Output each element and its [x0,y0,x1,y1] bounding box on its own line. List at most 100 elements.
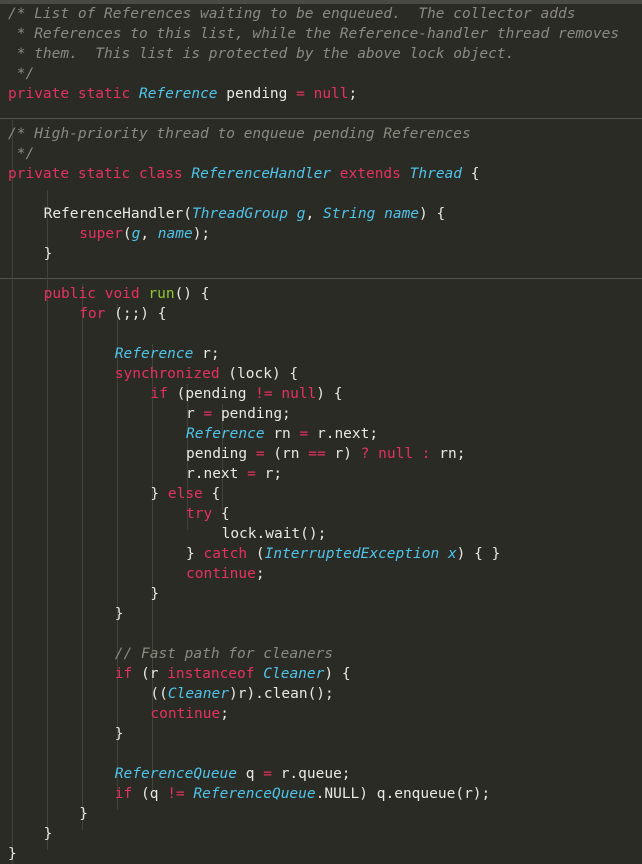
code-token-kw: catch [203,546,248,562]
code-token-cmt: // Fast path for cleaners [114,646,334,662]
code-line[interactable]: ReferenceQueue q = r.queue; [115,764,351,784]
code-token-pun: } [8,846,17,862]
code-line[interactable]: } [8,844,17,864]
code-line[interactable]: r.next = r; [186,464,282,484]
code-fold-separator [0,118,642,119]
code-line[interactable]: if (pending != null) { [150,384,342,404]
code-token-pln [218,86,227,102]
code-token-pun: ; [341,766,351,782]
code-token-typ: ReferenceQueue [193,786,316,802]
code-token-kw: if [114,786,133,802]
code-line[interactable]: public void run() { [44,284,210,304]
code-line[interactable]: * them. This list is protected by the ab… [8,44,515,64]
code-token-op: != [167,786,185,802]
code-line[interactable]: } catch (InterruptedException x) { } [186,544,500,564]
code-line[interactable]: if (q != ReferenceQueue.NULL) q.enqueue(… [115,784,490,804]
code-token-pln: lock.wait [221,526,301,542]
code-token-typ: String [322,206,376,222]
code-token-pln [255,666,264,682]
code-token-pln [413,446,422,462]
code-line[interactable]: } [115,724,124,744]
code-token-pun: ; [210,346,220,362]
code-line[interactable]: */ [8,64,34,84]
code-token-pln: pending [220,406,283,422]
code-token-cmt: */ [8,146,35,162]
indent-guide-line [12,120,13,864]
code-line[interactable]: ((Cleaner)r).clean(); [150,684,333,704]
code-token-pln: r.next [186,466,239,482]
code-token-typ: Cleaner [167,686,229,702]
code-token-pln: r.next [316,426,370,442]
code-line[interactable]: * References to this list, while the Ref… [8,24,619,44]
code-token-typ: Reference [138,86,218,102]
code-token-pun: ; [369,426,379,442]
code-line[interactable]: */ [8,144,34,164]
code-token-pun: ; [220,706,229,722]
code-token-kw: public [43,286,96,302]
code-line[interactable]: Reference r; [115,344,220,364]
code-line[interactable]: private static Reference pending = null; [8,84,357,104]
code-token-pun: , [140,226,158,242]
code-line[interactable]: lock.wait(); [222,524,327,544]
code-token-op: = [263,766,272,782]
code-token-pln [238,466,247,482]
code-line[interactable]: ReferenceHandler(ThreadGroup g, String n… [44,204,446,224]
code-token-pln [130,166,139,182]
code-token-pln: lock [237,366,272,382]
code-token-kw: continue [186,566,256,582]
code-line[interactable]: Reference rn = r.next; [186,424,378,444]
code-editor-viewport[interactable]: /* List of References waiting to be enqu… [0,0,642,864]
code-line[interactable]: } else { [150,484,220,504]
code-token-lit: null [378,446,414,462]
code-token-pln [305,86,314,102]
code-token-op: : [421,446,431,462]
code-line[interactable]: /* High-priority thread to enqueue pendi… [8,124,471,144]
code-token-pln: rn [273,426,291,442]
code-line[interactable]: } [79,804,88,824]
code-line[interactable]: r = pending; [186,404,291,424]
code-token-pun: ; [456,446,466,462]
code-token-pln: clean [263,686,308,702]
code-token-cmt: * them. This list is protected by the ab… [8,46,515,62]
code-token-pun: ) { [324,666,351,682]
code-token-pln [193,346,202,362]
code-line[interactable]: super(g, name); [79,224,210,244]
code-line[interactable]: pending = (rn == r) ? null : rn; [186,444,465,464]
code-token-kw: try [186,506,213,522]
code-token-pln [212,406,221,422]
code-token-pln [308,426,317,442]
code-line[interactable]: /* List of References waiting to be enqu… [8,4,575,24]
code-line[interactable]: for (;;) { [79,304,166,324]
code-token-pun: } [43,246,53,262]
code-token-op: != [255,386,273,402]
code-token-lit: null [281,386,317,402]
code-token-kw: class [138,166,183,182]
code-line[interactable]: } [115,604,124,624]
code-line[interactable]: } [44,824,53,844]
code-line[interactable]: synchronized (lock) { [115,364,298,384]
code-token-pun: (); [307,686,334,702]
code-line[interactable]: continue; [150,704,229,724]
code-token-typ: ReferenceQueue [114,766,238,782]
code-token-kw: for [79,306,106,322]
code-token-cmt: /* List of References waiting to be enqu… [8,6,576,22]
code-token-kw: private [8,86,70,102]
code-token-par: g [296,206,306,222]
code-token-pln: r [202,346,211,362]
code-token-kw: if [150,386,168,402]
code-line[interactable]: } [150,584,159,604]
code-token-pun: ); [472,786,491,802]
code-token-pun: } [150,586,160,602]
code-line[interactable]: if (r instanceof Cleaner) { [115,664,351,684]
code-token-par: name [384,206,420,222]
code-token-pln [300,446,309,462]
code-line[interactable]: private static class ReferenceHandler ex… [8,164,479,184]
code-line[interactable]: continue; [186,564,265,584]
code-line[interactable]: } [44,244,53,264]
code-token-pun: ) { } [456,546,501,562]
code-token-op: = [299,426,309,442]
code-token-pln [265,426,274,442]
code-line[interactable]: // Fast path for cleaners [115,644,333,664]
code-token-pln: r [186,406,195,422]
code-line[interactable]: try { [186,504,230,524]
